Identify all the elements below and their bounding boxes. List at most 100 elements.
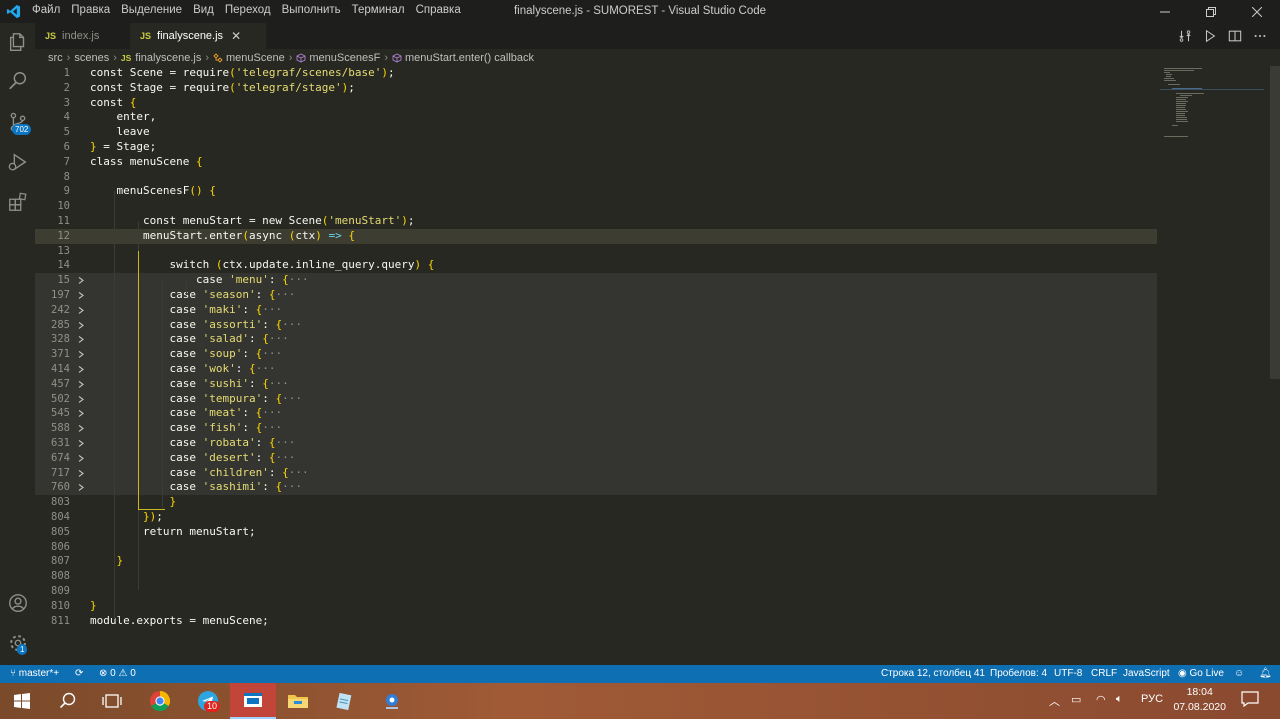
more-actions-icon[interactable] — [1253, 29, 1267, 43]
breadcrumb-src[interactable]: src — [48, 52, 63, 64]
code-line[interactable]: 457 case 'sushi': {··· — [35, 376, 1157, 392]
fold-chevron-right-icon[interactable] — [77, 318, 85, 333]
fold-chevron-right-icon[interactable] — [77, 288, 85, 303]
breadcrumb-file[interactable]: finalyscene.js — [135, 52, 201, 64]
fold-chevron-right-icon[interactable] — [77, 392, 85, 407]
split-editor-icon[interactable] — [1228, 29, 1242, 43]
code-line[interactable]: 3 const { — [35, 96, 1157, 111]
code-line[interactable]: 6} = Stage; — [35, 140, 1157, 155]
maximize-button[interactable] — [1188, 0, 1234, 23]
code-line[interactable]: 1 const Scene = require('telegraf/scenes/… — [35, 66, 1157, 81]
code-line[interactable]: 808 — [35, 569, 1157, 584]
breadcrumb-scenes[interactable]: scenes — [74, 52, 109, 64]
search-icon[interactable] — [7, 70, 29, 92]
taskbar-notepad[interactable] — [322, 683, 366, 719]
fold-chevron-right-icon[interactable] — [77, 332, 85, 347]
menu-view[interactable]: Вид — [193, 4, 214, 16]
cursor-position[interactable]: Строка 12, столбец 41 — [881, 668, 985, 679]
breadcrumb-callback[interactable]: menuStart.enter() callback — [405, 52, 534, 64]
menu-edit[interactable]: Правка — [71, 4, 110, 16]
tab-index-js[interactable]: JS index.js — [35, 23, 130, 49]
fold-chevron-right-icon[interactable] — [77, 421, 85, 436]
show-hidden-icons[interactable]: ︿ — [1049, 693, 1060, 709]
menu-terminal[interactable]: Терминал — [352, 4, 405, 16]
menu-selection[interactable]: Выделение — [121, 4, 182, 16]
menu-help[interactable]: Справка — [416, 4, 461, 16]
notifications-icon[interactable]: 🔔︎ — [1259, 668, 1272, 679]
action-center-icon[interactable] — [1241, 691, 1259, 710]
code-line[interactable]: 717 case 'children': {··· — [35, 465, 1157, 481]
menu-go[interactable]: Переход — [225, 4, 271, 16]
fold-chevron-right-icon[interactable] — [77, 436, 85, 451]
fold-chevron-right-icon[interactable] — [77, 303, 85, 318]
code-line[interactable]: 804 }); — [35, 510, 1157, 525]
code-line[interactable]: 631 case 'robata': {··· — [35, 436, 1157, 451]
taskbar-app[interactable] — [370, 683, 414, 719]
feedback-icon[interactable]: ☺ — [1234, 668, 1244, 679]
code-line[interactable]: 806 — [35, 540, 1157, 555]
menu-file[interactable]: Файл — [32, 4, 60, 16]
code-line[interactable]: 545 case 'meat': {··· — [35, 406, 1157, 422]
code-line[interactable]: 285 case 'assorti': {··· — [35, 317, 1157, 333]
tab-finalyscene-js[interactable]: JS finalyscene.js ✕ — [130, 23, 266, 49]
taskbar-vscode-active[interactable] — [230, 683, 276, 719]
fold-chevron-right-icon[interactable] — [77, 466, 85, 481]
sync-icon[interactable]: ⟳ — [75, 668, 83, 679]
windows-start-button[interactable] — [0, 683, 44, 719]
language-mode[interactable]: JavaScript — [1123, 668, 1170, 679]
code-line[interactable]: 803 } — [35, 495, 1157, 510]
line-ending[interactable]: CRLF — [1091, 668, 1117, 679]
encoding[interactable]: UTF-8 — [1054, 668, 1082, 679]
indentation[interactable]: Пробелов: 4 — [990, 668, 1047, 679]
code-line[interactable]: 197 case 'season': {··· — [35, 288, 1157, 303]
code-line[interactable]: 810} — [35, 599, 1157, 614]
code-line[interactable]: 502 case 'tempura': {··· — [35, 391, 1157, 407]
code-line[interactable]: 12 menuStart.enter(async (ctx) => { — [35, 228, 1157, 244]
breadcrumb-method[interactable]: menuScenesF — [309, 52, 380, 64]
code-line[interactable]: 13 — [35, 244, 1157, 259]
code-line[interactable]: 760 case 'sashimi': {··· — [35, 480, 1157, 496]
code-line[interactable]: 807 } — [35, 554, 1157, 569]
code-line[interactable]: 674 case 'desert': {··· — [35, 450, 1157, 466]
branch-indicator[interactable]: ⑂ master*+ — [10, 668, 59, 679]
go-live-button[interactable]: ◉ Go Live — [1178, 668, 1224, 679]
run-debug-icon[interactable] — [7, 151, 29, 173]
fold-chevron-right-icon[interactable] — [77, 347, 85, 362]
fold-chevron-right-icon[interactable] — [77, 362, 85, 377]
code-line[interactable]: 8 — [35, 170, 1157, 185]
menu-run[interactable]: Выполнить — [282, 4, 341, 16]
problems-indicator[interactable]: ⊗ 0 ⚠ 0 — [99, 668, 136, 679]
code-line[interactable]: 15 case 'menu': {··· — [35, 273, 1157, 288]
vertical-scrollbar-thumb[interactable] — [1270, 66, 1280, 379]
fold-chevron-right-icon[interactable] — [77, 273, 85, 288]
code-line[interactable]: 371 case 'soup': {··· — [35, 347, 1157, 362]
fold-chevron-right-icon[interactable] — [77, 451, 85, 466]
code-editor[interactable]: 1 const Scene = require('telegraf/scenes/… — [35, 66, 1270, 665]
wifi-icon[interactable]: ◠ — [1096, 693, 1106, 706]
taskbar-file-explorer[interactable] — [276, 683, 320, 719]
fold-chevron-right-icon[interactable] — [77, 406, 85, 421]
close-window-button[interactable] — [1234, 0, 1280, 23]
account-icon[interactable] — [7, 592, 29, 614]
input-language[interactable]: РУС — [1141, 693, 1163, 705]
breadcrumb-class[interactable]: menuScene — [226, 52, 285, 64]
code-line[interactable]: 10 — [35, 199, 1157, 214]
code-line[interactable]: 805 return menuStart; — [35, 525, 1157, 540]
task-view-button[interactable] — [90, 683, 134, 719]
minimize-button[interactable] — [1142, 0, 1188, 23]
code-line[interactable]: 7 class menuScene { — [35, 155, 1157, 170]
code-line[interactable]: 588 case 'fish': {··· — [35, 421, 1157, 436]
code-line[interactable]: 5 leave — [35, 125, 1157, 140]
taskbar-telegram[interactable]: 10 — [186, 683, 230, 719]
code-line[interactable]: 811 module.exports = menuScene; — [35, 614, 1157, 629]
run-icon[interactable] — [1203, 29, 1217, 43]
code-line[interactable]: 242 case 'maki': {··· — [35, 302, 1157, 318]
tab-close-icon[interactable]: ✕ — [231, 29, 241, 43]
extensions-icon[interactable] — [7, 191, 29, 213]
taskbar-clock[interactable]: 18:04 07.08.2020 — [1173, 685, 1226, 715]
volume-muted-icon[interactable]: 🔈︎ — [1116, 693, 1123, 706]
code-line[interactable]: 809 — [35, 584, 1157, 599]
fold-chevron-right-icon[interactable] — [77, 480, 85, 495]
compare-changes-icon[interactable] — [1178, 29, 1192, 43]
battery-icon[interactable]: ▭ — [1071, 693, 1081, 706]
